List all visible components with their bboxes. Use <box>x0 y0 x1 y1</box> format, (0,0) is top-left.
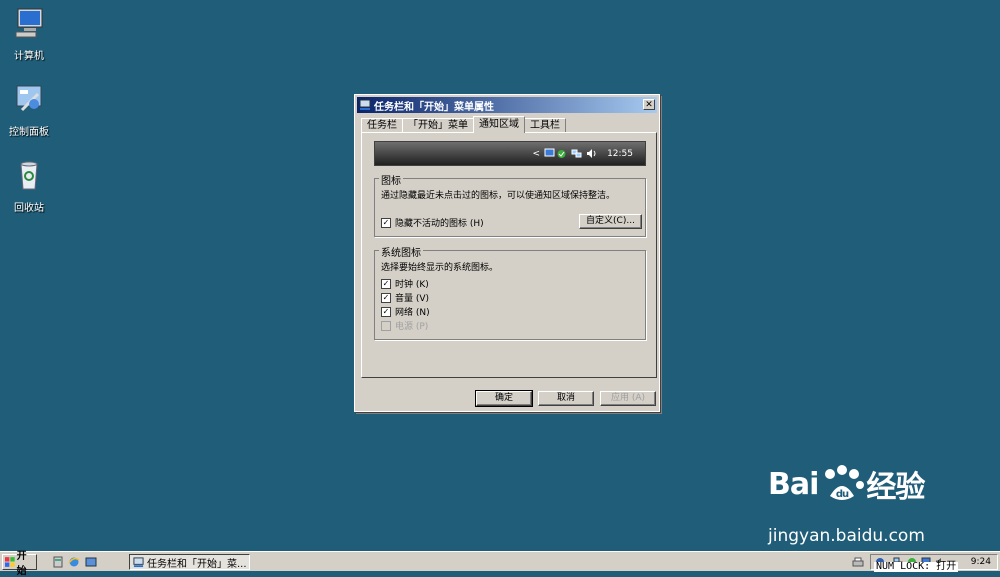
clock-checkbox[interactable]: ✓ 时钟 (K) <box>381 277 429 290</box>
checkbox-label: 网络 (N) <box>395 308 430 318</box>
watermark-brand: Bai <box>768 466 819 502</box>
checkbox-box: ✓ <box>381 217 391 228</box>
watermark-brand-tail: 经验 <box>866 470 925 505</box>
preview-clock: 12:55 <box>607 148 633 159</box>
taskbar-window-button[interactable]: 任务栏和「开始」菜... <box>129 554 250 570</box>
cancel-button[interactable]: 取消 <box>538 391 594 406</box>
network-checkbox[interactable]: ✓ 网络 (N) <box>381 305 430 318</box>
taskbar: 开始 任务栏和「开始」菜... 9:24 <box>0 551 1000 577</box>
checkbox-box: ✓ <box>381 278 391 289</box>
desktop-icon-label: 计算机 <box>14 51 44 62</box>
system-icons-group: 系统图标 选择要始终显示的系统图标。 ✓ 时钟 (K) ✓ 音量 (V) ✓ 网… <box>374 244 646 340</box>
close-button[interactable]: ✕ <box>643 99 655 110</box>
volume-checkbox[interactable]: ✓ 音量 (V) <box>381 291 429 304</box>
checkbox-box: ✓ <box>381 306 391 317</box>
taskbar-app-icon <box>359 99 371 110</box>
checkbox-label: 电源 (P) <box>395 322 429 332</box>
tab-start-menu[interactable]: 「开始」菜单 <box>402 118 474 133</box>
desktop-icon-label: 回收站 <box>14 203 44 214</box>
monitor-icon <box>544 148 555 157</box>
icons-group-description: 通过隐藏最近未点击过的图标，可以使通知区域保持整洁。 <box>381 191 616 201</box>
checkbox-label: 音量 (V) <box>395 294 430 304</box>
system-icons-group-description: 选择要始终显示的系统图标。 <box>381 263 499 273</box>
dialog-titlebar[interactable]: 任务栏和「开始」菜单属性 ✕ <box>357 97 657 113</box>
start-button[interactable]: 开始 <box>2 551 37 577</box>
power-checkbox: 电源 (P) <box>381 319 428 332</box>
checkbox-box: ✓ <box>381 292 391 303</box>
tab-strip: 任务栏 「开始」菜单 通知区域 工具栏 <box>361 116 566 133</box>
shield-check-icon <box>557 150 566 158</box>
hide-inactive-checkbox[interactable]: ✓ 隐藏不活动的图标 (H) <box>381 216 484 229</box>
recycle-bin-icon <box>20 161 38 190</box>
apply-button[interactable]: 应用 (A) <box>600 391 656 406</box>
desktop-icon-recycle-bin[interactable]: 回收站 <box>6 158 52 214</box>
watermark-url: jingyan.baidu.com <box>768 526 925 546</box>
control-panel-icon <box>16 85 42 112</box>
checkbox-label: 时钟 (K) <box>395 280 429 290</box>
checkbox-box <box>381 320 391 331</box>
tab-panel: < 12:55 图标 通过隐藏最近未点击过的图标，可以使通知区域保持整洁。 ✓ … <box>361 132 657 378</box>
desktop-icon-label: 控制面板 <box>9 127 49 138</box>
printer-icon[interactable] <box>852 556 864 568</box>
taskbar-window-label: 任务栏和「开始」菜... <box>147 558 247 570</box>
tab-taskbar[interactable]: 任务栏 <box>361 118 403 133</box>
network-icon <box>571 149 582 158</box>
icons-group: 图标 通过隐藏最近未点击过的图标，可以使通知区域保持整洁。 ✓ 隐藏不活动的图标… <box>374 172 646 237</box>
computer-icon <box>15 8 43 38</box>
windows-flag-icon <box>5 557 15 567</box>
ok-button[interactable]: 确定 <box>475 390 533 407</box>
show-desktop-icon[interactable] <box>85 556 97 568</box>
baidu-jingyan-watermark: Bai du 经验 jingyan.baidu.com <box>768 462 925 546</box>
paw-icon: du <box>825 465 865 500</box>
start-label: 开始 <box>16 551 27 577</box>
dialog-title: 任务栏和「开始」菜单属性 <box>374 101 494 113</box>
svg-text:du: du <box>836 489 849 500</box>
tab-toolbars[interactable]: 工具栏 <box>524 118 566 133</box>
desktop-icon-computer[interactable]: 计算机 <box>6 6 52 62</box>
customize-button[interactable]: 自定义(C)... <box>579 214 642 229</box>
tray-clock[interactable]: 9:24 <box>971 557 991 567</box>
taskbar-properties-dialog: 任务栏和「开始」菜单属性 ✕ 任务栏 「开始」菜单 通知区域 工具栏 < 12:… <box>354 94 660 412</box>
checkbox-label: 隐藏不活动的图标 (H) <box>395 219 484 229</box>
volume-icon <box>587 149 596 158</box>
desktop-icon-control-panel[interactable]: 控制面板 <box>6 82 52 138</box>
icons-group-legend: 图标 <box>379 172 403 187</box>
internet-explorer-icon[interactable] <box>68 556 80 568</box>
server-manager-icon[interactable] <box>52 556 64 568</box>
close-icon: ✕ <box>645 100 653 110</box>
system-icons-group-legend: 系统图标 <box>379 244 423 259</box>
show-hidden-arrow-icon: < <box>532 148 541 159</box>
notification-area-preview: < 12:55 <box>374 141 646 166</box>
taskbar-app-icon <box>133 556 144 567</box>
tab-notification-area[interactable]: 通知区域 <box>473 116 525 133</box>
